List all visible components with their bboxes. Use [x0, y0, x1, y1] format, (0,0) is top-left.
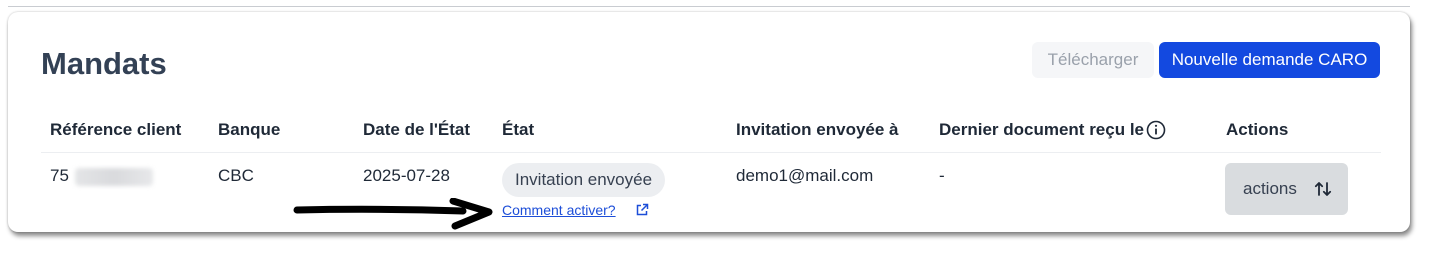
page-title: Mandats: [41, 46, 167, 81]
column-header-client-reference[interactable]: Référence client: [50, 120, 181, 140]
mandates-card: Mandats Télécharger Nouvelle demande CAR…: [8, 12, 1410, 232]
status-badge: Invitation envoyée: [502, 163, 666, 197]
how-to-activate-link[interactable]: Comment activer?: [502, 202, 616, 218]
top-border-line: [8, 6, 1410, 7]
actions-button[interactable]: actions: [1225, 163, 1348, 215]
cell-invitation-sent-to: demo1@mail.com: [736, 166, 874, 185]
header-divider: [41, 152, 1381, 153]
column-header-state[interactable]: État: [502, 120, 534, 140]
cell-last-document: -: [939, 166, 945, 185]
new-caro-request-button[interactable]: Nouvelle demande CARO: [1159, 42, 1380, 78]
actions-button-label: actions: [1243, 179, 1297, 198]
cell-bank: CBC: [218, 166, 254, 185]
column-header-invitation-sent-to[interactable]: Invitation envoyée à: [736, 120, 899, 140]
download-button[interactable]: Télécharger: [1032, 42, 1154, 78]
external-link-icon[interactable]: [635, 203, 649, 217]
cell-state-date: 2025-07-28: [363, 166, 450, 185]
sort-arrows-icon: [1314, 182, 1332, 196]
column-header-state-date[interactable]: Date de l'État: [363, 120, 470, 140]
column-header-actions: Actions: [1226, 120, 1289, 139]
column-header-bank[interactable]: Banque: [218, 120, 280, 140]
column-header-last-document[interactable]: Dernier document reçu le: [939, 120, 1144, 140]
pointer-arrow: [293, 198, 493, 230]
redacted-reference: [75, 168, 153, 186]
info-circle-icon[interactable]: [1146, 120, 1166, 140]
cell-client-reference: 75: [50, 166, 69, 185]
